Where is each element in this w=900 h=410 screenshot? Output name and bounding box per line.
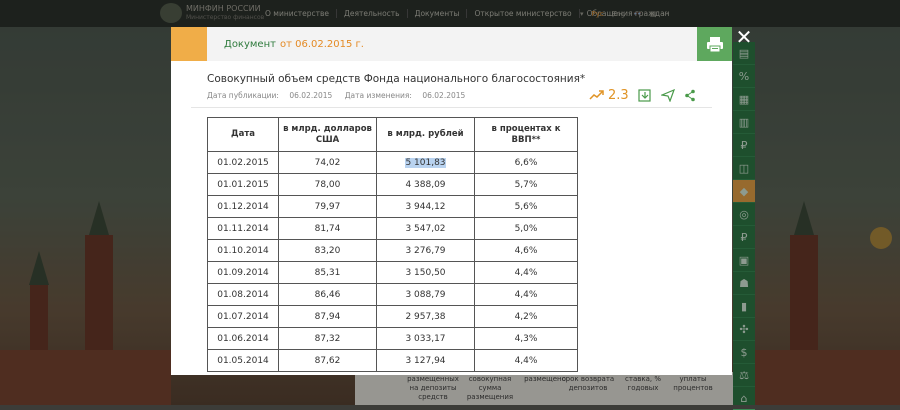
send-icon[interactable] — [660, 88, 675, 102]
table-row: 01.11.2014 81,74 3 547,02 5,0% — [207, 217, 578, 240]
cell-usd: 87,62 — [278, 349, 377, 372]
cell-usd: 79,97 — [278, 195, 377, 218]
cell-date: 01.11.2014 — [207, 217, 279, 240]
export-icon[interactable] — [638, 88, 652, 102]
cell-gdp: 4,4% — [474, 349, 578, 372]
doc-date: от 06.02.2015 г. — [280, 39, 364, 50]
table-row: 01.01.2015 78,00 4 388,09 5,7% — [207, 173, 578, 196]
cell-rub: 5 101,83 — [376, 151, 475, 174]
pub-date: 06.02.2015 — [289, 91, 333, 100]
cell-date: 01.01.2015 — [207, 173, 279, 196]
mod-date-label: Дата изменения: — [344, 91, 412, 100]
cell-usd: 87,94 — [278, 305, 377, 328]
cell-usd: 83,20 — [278, 239, 377, 262]
cell-date: 01.12.2014 — [207, 195, 279, 218]
cell-rub: 3 127,94 — [376, 349, 475, 372]
cell-date: 01.07.2014 — [207, 305, 279, 328]
col-usd: в млрд. долларов США — [278, 117, 377, 152]
table-row: 01.07.2014 87,94 2 957,38 4,2% — [207, 305, 578, 328]
doc-label: Документ — [224, 39, 276, 50]
share-icon[interactable] — [684, 89, 696, 102]
cell-gdp: 5,7% — [474, 173, 578, 196]
cell-gdp: 5,6% — [474, 195, 578, 218]
modal-header: Документ от 06.02.2015 г. — [171, 27, 732, 61]
col-gdp: в процентах к ВВП** — [474, 117, 578, 152]
cell-date: 01.09.2014 — [207, 261, 279, 284]
cell-rub: 4 388,09 — [376, 173, 475, 196]
cell-usd: 78,00 — [278, 173, 377, 196]
views-value: 2.3 — [608, 87, 629, 103]
table-row: 01.10.2014 83,20 3 276,79 4,6% — [207, 239, 578, 262]
cell-rub: 3 276,79 — [376, 239, 475, 262]
cell-date: 01.08.2014 — [207, 283, 279, 306]
table-row: 01.05.2014 87,62 3 127,94 4,4% — [207, 349, 578, 372]
col-rub: в млрд. рублей — [376, 117, 475, 152]
pub-date-label: Дата публикации: — [207, 91, 279, 100]
cell-gdp: 4,4% — [474, 283, 578, 306]
cell-usd: 81,74 — [278, 217, 377, 240]
col-date: Дата — [207, 117, 279, 152]
table-row: 01.08.2014 86,46 3 088,79 4,4% — [207, 283, 578, 306]
document-modal: Документ от 06.02.2015 г. Совокупный объ… — [171, 27, 732, 375]
table-row: 01.02.2015 74,02 5 101,83 6,6% — [207, 151, 578, 174]
cell-rub: 3 944,12 — [376, 195, 475, 218]
cell-gdp: 5,0% — [474, 217, 578, 240]
cell-gdp: 4,3% — [474, 327, 578, 350]
cell-gdp: 4,2% — [474, 305, 578, 328]
document-actions: 2.3 — [589, 87, 696, 103]
divider — [191, 107, 712, 108]
cell-usd: 74,02 — [278, 151, 377, 174]
cell-rub: 2 957,38 — [376, 305, 475, 328]
table-header-row: Дата в млрд. долларов США в млрд. рублей… — [207, 117, 578, 152]
cell-rub: 3 150,50 — [376, 261, 475, 284]
mod-date: 06.02.2015 — [422, 91, 466, 100]
close-button[interactable]: ✕ — [735, 25, 753, 49]
table-row: 01.09.2014 85,31 3 150,50 4,4% — [207, 261, 578, 284]
close-icon: ✕ — [735, 25, 753, 49]
selected-text: 5 101,83 — [405, 157, 446, 168]
cell-gdp: 6,6% — [474, 151, 578, 174]
print-button[interactable] — [697, 27, 732, 61]
header-accent — [171, 27, 207, 61]
cell-date: 01.02.2015 — [207, 151, 279, 174]
table-row: 01.12.2014 79,97 3 944,12 5,6% — [207, 195, 578, 218]
cell-date: 01.06.2014 — [207, 327, 279, 350]
document-meta: Дата публикации: 06.02.2015 Дата изменен… — [207, 91, 475, 100]
table-row: 01.06.2014 87,32 3 033,17 4,3% — [207, 327, 578, 350]
views-counter: 2.3 — [589, 88, 629, 103]
cell-rub: 3 033,17 — [376, 327, 475, 350]
document-title: Совокупный объем средств Фонда националь… — [207, 73, 586, 85]
cell-usd: 85,31 — [278, 261, 377, 284]
printer-icon — [706, 36, 723, 52]
cell-rub: 3 547,02 — [376, 217, 475, 240]
fund-table: Дата в млрд. долларов США в млрд. рублей… — [207, 117, 578, 372]
cell-usd: 87,32 — [278, 327, 377, 350]
cell-date: 01.10.2014 — [207, 239, 279, 262]
trend-icon — [589, 90, 604, 100]
cell-gdp: 4,6% — [474, 239, 578, 262]
cell-gdp: 4,4% — [474, 261, 578, 284]
cell-rub: 3 088,79 — [376, 283, 475, 306]
cell-usd: 86,46 — [278, 283, 377, 306]
cell-date: 01.05.2014 — [207, 349, 279, 372]
